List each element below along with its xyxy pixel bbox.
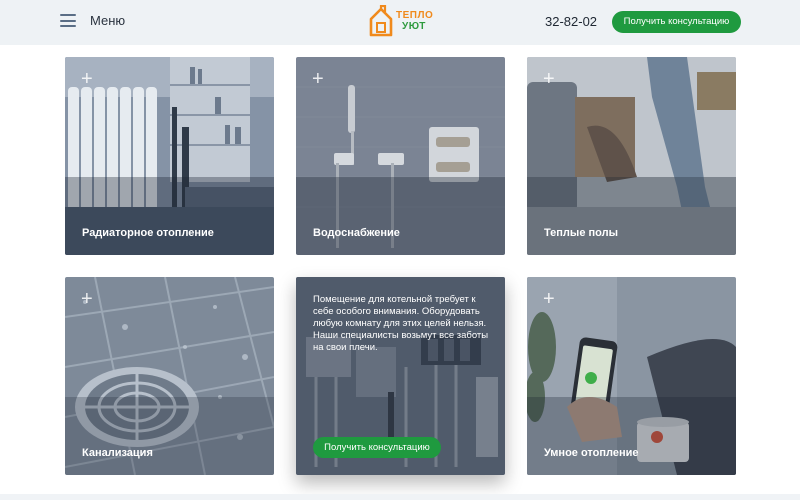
service-description: Помещение для котельной требует к себе о…: [313, 294, 489, 353]
expand-plus-icon: +: [81, 288, 93, 310]
service-title: Теплые полы: [544, 227, 618, 239]
smart-heating-photo: [527, 277, 736, 475]
phone-number[interactable]: 32-82-02: [545, 14, 597, 29]
menu-button[interactable]: Меню: [60, 13, 125, 28]
expand-plus-icon: +: [81, 68, 93, 90]
card-consultation-button[interactable]: Получить консультацию: [313, 437, 441, 458]
site-header: Меню ТЕПЛО УЮТ 32-82-02 Получить консуль…: [0, 0, 800, 45]
hamburger-icon: [60, 14, 76, 27]
footer-strip: [0, 494, 800, 500]
drain-photo: [65, 277, 274, 475]
service-card-boiler-room[interactable]: Помещение для котельной требует к себе о…: [296, 277, 505, 475]
service-card-water-supply[interactable]: + Водоснабжение: [296, 57, 505, 255]
logo-text-top: ТЕПЛО: [396, 10, 434, 21]
expand-plus-icon: +: [312, 68, 324, 90]
expand-plus-icon: +: [543, 68, 555, 90]
radiator-photo: [65, 57, 274, 255]
logo-text-bottom: УЮТ: [402, 21, 426, 32]
heated-floor-photo: [527, 57, 736, 255]
service-card-radiators[interactable]: + Радиаторное отопление: [65, 57, 274, 255]
service-card-smart-heating[interactable]: + Умное отопление: [527, 277, 736, 475]
service-title: Водоснабжение: [313, 227, 400, 239]
service-title: Канализация: [82, 447, 153, 459]
service-title: Умное отопление: [544, 447, 639, 459]
expand-plus-icon: +: [543, 288, 555, 310]
house-logo-icon: [369, 5, 393, 37]
service-card-sewerage[interactable]: + Канализация: [65, 277, 274, 475]
logo[interactable]: ТЕПЛО УЮТ: [368, 5, 433, 37]
shower-photo: [296, 57, 505, 255]
service-card-heated-floors[interactable]: + Теплые полы: [527, 57, 736, 255]
menu-label: Меню: [90, 13, 126, 28]
consultation-button[interactable]: Получить консультацию: [612, 11, 741, 33]
service-title: Радиаторное отопление: [82, 227, 214, 239]
